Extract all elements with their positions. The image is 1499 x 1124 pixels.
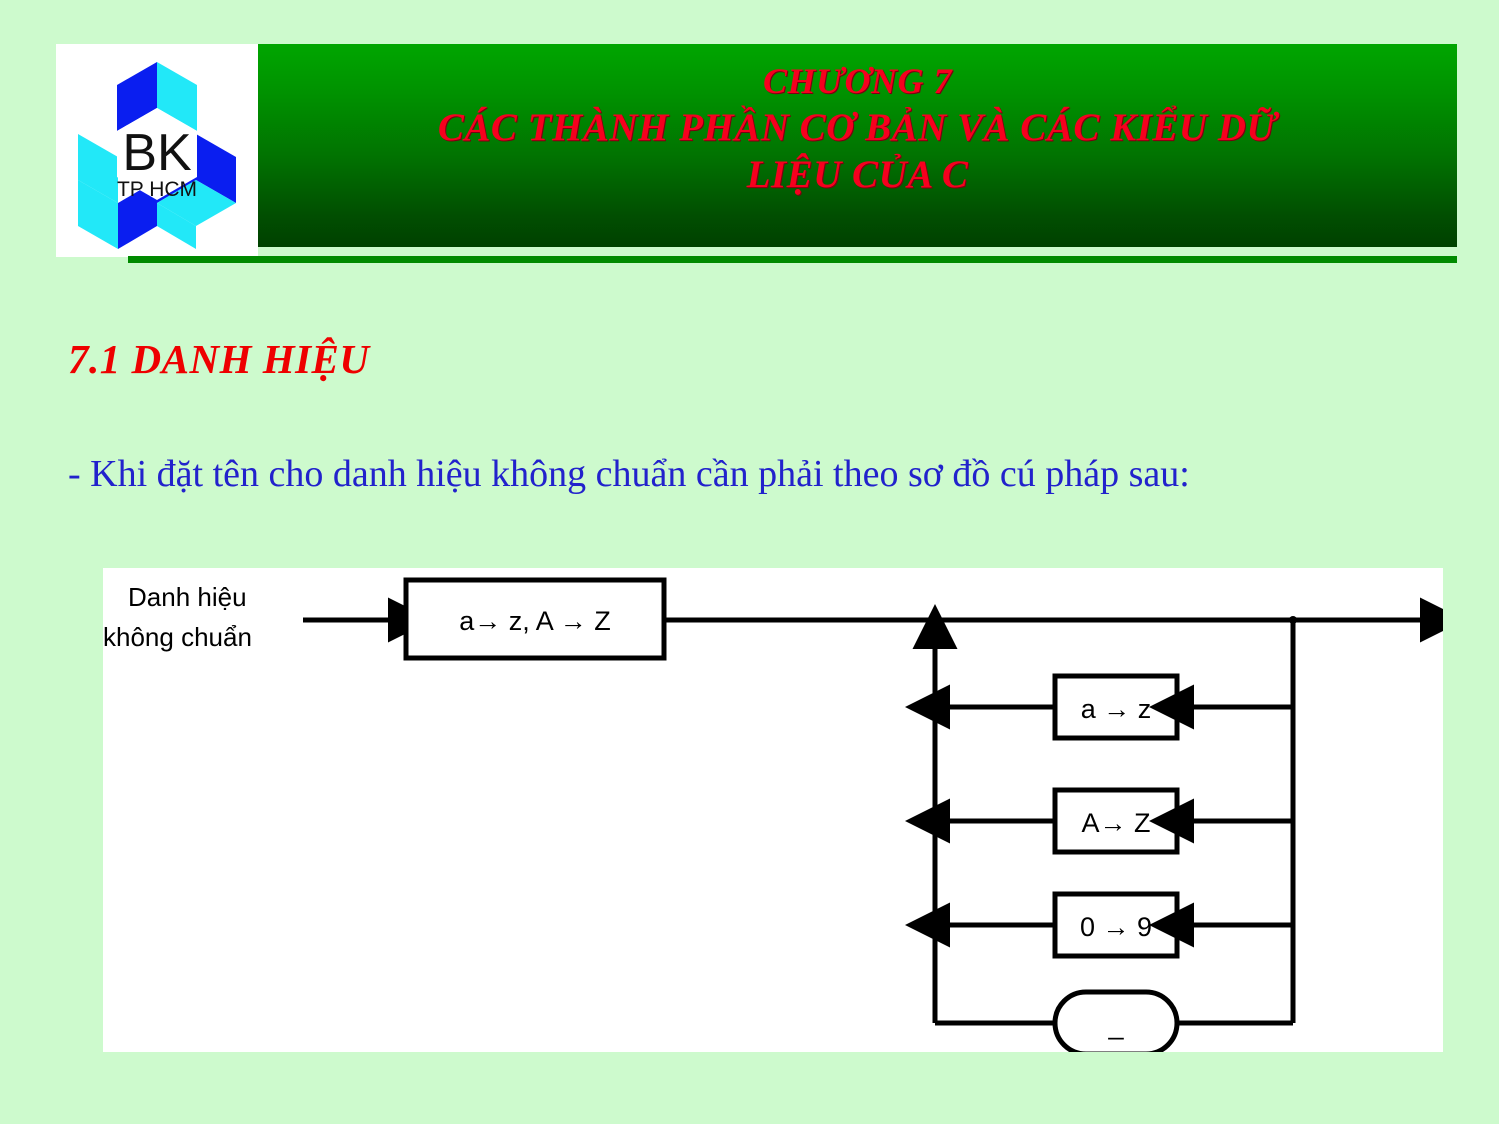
diagram-terminal-underscore-label: _ [1107, 1010, 1124, 1040]
diagram-junction-dot [1289, 616, 1297, 624]
diagram-box-lowercase-label: a → z [1081, 694, 1152, 724]
diagram-box-uppercase-label: A→ Z [1081, 808, 1150, 838]
page-title: CHƯƠNG 7 CÁC THÀNH PHẦN CƠ BẢN VÀ CÁC KI… [258, 60, 1457, 199]
logo-tphcm-text: TP HCM [117, 178, 197, 201]
logo-bk-text: BK [122, 124, 192, 182]
page-title-line-1: CHƯƠNG 7 [763, 61, 952, 101]
diagram-entry-label-line-1: Danh hiệu [128, 582, 247, 612]
section-heading: 7.1 DANH HIỆU [68, 336, 370, 382]
diagram-box-letters-label: a→ z, A → Z [459, 606, 611, 636]
slide-header-band: CHƯƠNG 7 CÁC THÀNH PHẦN CƠ BẢN VÀ CÁC KI… [258, 44, 1457, 247]
slide-canvas: BK TP HCM CHƯƠNG 7 CÁC THÀNH PHẦN CƠ BẢN… [0, 0, 1499, 1124]
header-divider [128, 256, 1457, 263]
diagram-entry-label-line-2: không chuẩn [103, 622, 252, 652]
diagram-box-digits-label: 0 → 9 [1080, 912, 1152, 942]
logo-artwork: BK TP HCM [56, 44, 258, 257]
body-paragraph: - Khi đặt tên cho danh hiệu không chuẩn … [68, 453, 1190, 495]
page-title-line-2: CÁC THÀNH PHẦN CƠ BẢN VÀ CÁC KIỂU DỮ [437, 105, 1278, 149]
syntax-diagram: Danh hiệu không chuẩn a→ z, A → Z a → z … [103, 568, 1443, 1052]
bk-tphcm-logo: BK TP HCM [56, 44, 258, 257]
syntax-diagram-artwork: Danh hiệu không chuẩn a→ z, A → Z a → z … [103, 568, 1443, 1052]
page-title-line-3: LIỆU CỦA C [746, 153, 969, 197]
